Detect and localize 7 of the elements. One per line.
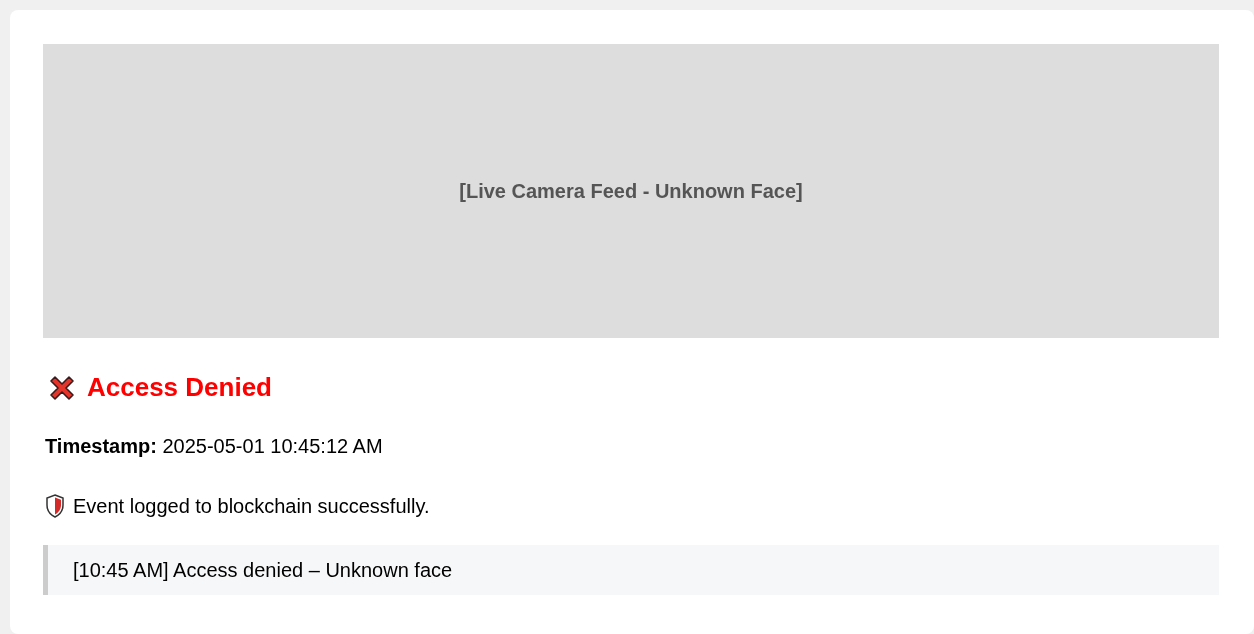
status-heading: Access Denied — [87, 371, 272, 404]
timestamp-value: 2025-05-01 10:45:12 AM — [162, 435, 383, 457]
camera-feed-label: [Live Camera Feed - Unknown Face] — [459, 179, 803, 204]
log-confirmation-text: Event logged to blockchain successfully. — [73, 494, 430, 519]
shield-icon — [45, 494, 65, 518]
log-entry: [10:45 AM] Access denied – Unknown face — [43, 545, 1219, 595]
timestamp-label: Timestamp: — [45, 435, 157, 457]
